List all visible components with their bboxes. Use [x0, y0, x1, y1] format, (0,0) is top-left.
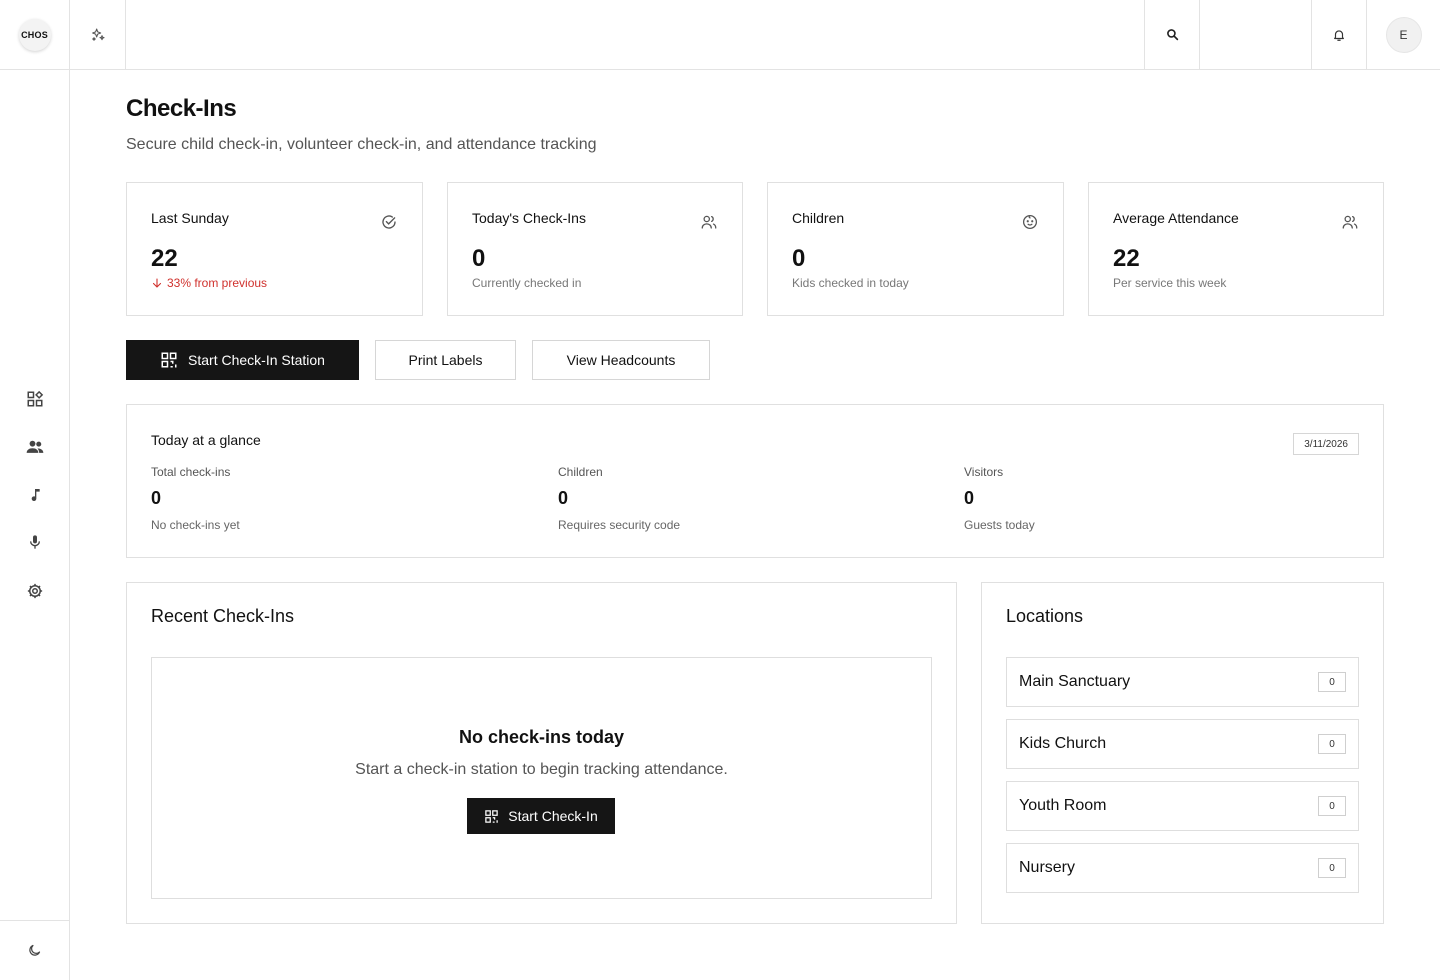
- location-item[interactable]: Kids Church 0: [1006, 719, 1359, 769]
- stat-card-average-attendance: Average Attendance 22 Per service this w…: [1088, 182, 1384, 316]
- locations-title: Locations: [1006, 606, 1084, 626]
- stat-card-last-sunday: Last Sunday 22 33% from previous: [126, 182, 423, 316]
- theme-toggle[interactable]: [0, 920, 69, 980]
- check-circle-icon: [380, 213, 398, 231]
- search-icon: [1166, 28, 1179, 41]
- glance-sub: No check-ins yet: [151, 518, 240, 532]
- empty-state-subtitle: Start a check-in station to begin tracki…: [355, 761, 728, 778]
- location-item[interactable]: Youth Room 0: [1006, 781, 1359, 831]
- location-count-badge: 0: [1318, 672, 1346, 692]
- location-name: Kids Church: [1019, 735, 1107, 752]
- glance-value: 0: [964, 488, 975, 508]
- ai-assistant-button[interactable]: [70, 0, 126, 69]
- glance-label: Total check-ins: [151, 465, 231, 479]
- location-count-badge: 0: [1318, 796, 1346, 816]
- date-picker[interactable]: 3/11/2026: [1293, 433, 1359, 455]
- location-name: Nursery: [1019, 859, 1076, 876]
- sidebar: [0, 70, 70, 980]
- glance-label: Visitors: [964, 465, 1004, 479]
- sidebar-item-dashboard[interactable]: [0, 379, 69, 419]
- avatar[interactable]: E: [1385, 16, 1422, 53]
- top-bar: CHOS E: [0, 0, 1440, 70]
- microphone-icon: [27, 533, 43, 551]
- app-logo[interactable]: CHOS: [18, 18, 51, 51]
- location-count-badge: 0: [1318, 858, 1346, 878]
- location-count-badge: 0: [1318, 734, 1346, 754]
- bell-icon: [1332, 28, 1346, 42]
- location-item[interactable]: Nursery 0: [1006, 843, 1359, 893]
- location-name: Youth Room: [1019, 797, 1107, 814]
- stat-label: Last Sunday: [151, 210, 229, 226]
- locations-panel: Locations Main Sanctuary 0 Kids Church 0…: [981, 582, 1384, 924]
- stat-value: 0: [472, 245, 486, 272]
- glance-total-check-ins: Total check-ins 0 No check-ins yet: [151, 465, 240, 532]
- notifications-button[interactable]: [1311, 0, 1367, 69]
- glance-visitors: Visitors 0 Guests today: [964, 465, 1035, 532]
- logo-cell[interactable]: CHOS: [0, 0, 70, 69]
- stat-change-text: 33% from previous: [167, 276, 268, 290]
- stat-card-todays-check-ins: Today's Check-Ins 0 Currently checked in: [447, 182, 743, 316]
- glance-value: 0: [151, 488, 162, 508]
- stat-sub: Per service this week: [1113, 276, 1227, 290]
- sidebar-item-people[interactable]: [0, 427, 69, 467]
- moon-icon: [27, 943, 42, 958]
- sidebar-item-music[interactable]: [0, 475, 69, 515]
- stat-label: Today's Check-Ins: [472, 210, 586, 226]
- music-note-icon: [27, 486, 43, 504]
- stat-change: 33% from previous: [151, 276, 267, 290]
- glance-children: Children 0 Requires security code: [558, 465, 680, 532]
- stat-value: 22: [1113, 245, 1140, 272]
- location-item[interactable]: Main Sanctuary 0: [1006, 657, 1359, 707]
- top-bar-spacer: [1200, 0, 1311, 69]
- qr-code-icon: [484, 809, 499, 824]
- glance-title: Today at a glance: [151, 432, 261, 448]
- stat-card-children: Children 0 Kids checked in today: [767, 182, 1064, 316]
- qr-code-icon: [160, 351, 178, 369]
- glance-value: 0: [558, 488, 569, 508]
- users-icon: [1341, 213, 1359, 231]
- start-check-in-button[interactable]: Start Check-In: [467, 798, 615, 834]
- glance-sub: Requires security code: [558, 518, 681, 532]
- glance-sub: Guests today: [964, 518, 1035, 532]
- page-title: Check-Ins: [126, 95, 237, 122]
- arrow-down-icon: [151, 277, 163, 289]
- baby-icon: [1021, 213, 1039, 231]
- sparkles-icon: [90, 27, 106, 43]
- sidebar-item-media[interactable]: [0, 522, 69, 562]
- user-menu[interactable]: E: [1367, 0, 1440, 69]
- people-icon: [25, 437, 45, 457]
- stat-label: Children: [792, 210, 845, 226]
- users-icon: [700, 213, 718, 231]
- location-name: Main Sanctuary: [1019, 673, 1131, 690]
- page-subtitle: Secure child check-in, volunteer check-i…: [126, 136, 597, 153]
- gear-icon: [26, 582, 44, 600]
- dashboard-icon: [26, 390, 44, 408]
- recent-check-ins-title: Recent Check-Ins: [151, 606, 295, 626]
- sidebar-item-settings[interactable]: [0, 571, 69, 611]
- stat-value: 0: [792, 245, 806, 272]
- stat-sub: Kids checked in today: [792, 276, 909, 290]
- stat-label: Average Attendance: [1113, 210, 1239, 226]
- empty-state: No check-ins today Start a check-in stat…: [151, 657, 932, 899]
- view-headcounts-button[interactable]: View Headcounts: [532, 340, 710, 380]
- glance-label: Children: [558, 465, 603, 479]
- stat-value: 22: [151, 245, 178, 272]
- start-check-in-station-button[interactable]: Start Check-In Station: [126, 340, 359, 380]
- search-button[interactable]: [1144, 0, 1200, 69]
- recent-check-ins-panel: Recent Check-Ins No check-ins today Star…: [126, 582, 957, 924]
- start-check-in-station-label: Start Check-In Station: [188, 352, 325, 368]
- stat-sub: Currently checked in: [472, 276, 582, 290]
- today-at-a-glance-panel: Today at a glance 3/11/2026 Total check-…: [126, 404, 1384, 558]
- start-check-in-label: Start Check-In: [508, 808, 598, 824]
- print-labels-button[interactable]: Print Labels: [375, 340, 516, 380]
- empty-state-title: No check-ins today: [458, 727, 625, 747]
